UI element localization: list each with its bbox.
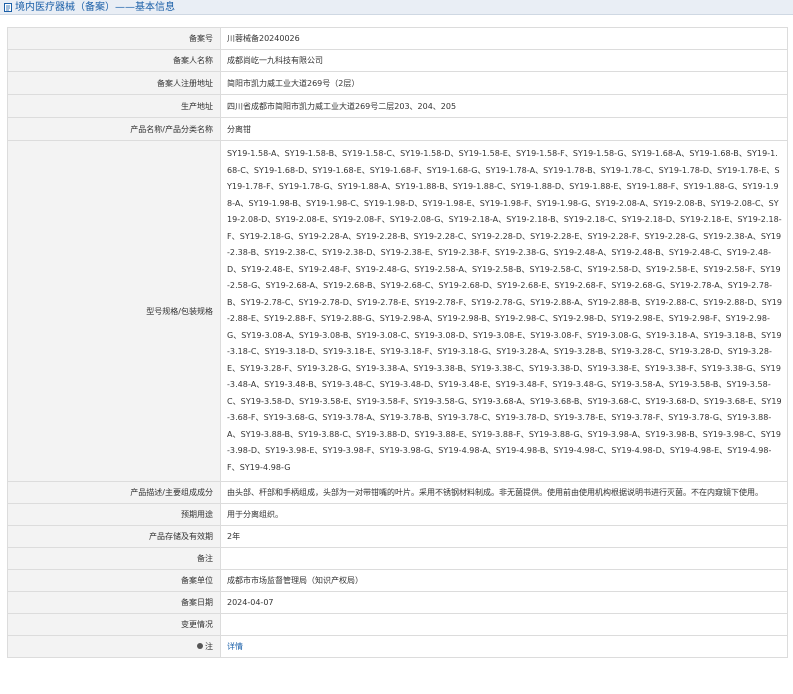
row-label: 产品名称/产品分类名称	[7, 117, 221, 141]
details-link[interactable]: 详情	[227, 642, 243, 651]
registrant-address-value: 简阳市凯力威工业大道269号（2层）	[220, 71, 788, 95]
row-label: 备案人注册地址	[7, 71, 221, 95]
table-row: 备案单位 成都市市场监督管理局（知识产权局）	[7, 569, 788, 592]
page-header: 境内医疗器械（备案）——基本信息	[0, 0, 793, 15]
model-spec-value: SY19-1.58-A、SY19-1.58-B、SY19-1.58-C、SY19…	[220, 140, 788, 482]
remarks-value	[220, 547, 788, 570]
filing-unit-value: 成都市市场监督管理局（知识产权局）	[220, 569, 788, 592]
change-history-value	[220, 613, 788, 636]
table-row: 备案人注册地址 简阳市凯力威工业大道269号（2层）	[7, 71, 788, 95]
row-label: 备案号	[7, 27, 221, 50]
row-label: 型号规格/包装规格	[7, 140, 221, 482]
table-row: 产品名称/产品分类名称 分离钳	[7, 117, 788, 141]
note-label-cell: 注	[7, 635, 221, 658]
product-name-value: 分离钳	[220, 117, 788, 141]
storage-validity-value: 2年	[220, 525, 788, 548]
row-label: 生产地址	[7, 94, 221, 118]
bullet-icon	[197, 643, 203, 650]
row-label: 备注	[7, 547, 221, 570]
intended-use-value: 用于分离组织。	[220, 503, 788, 526]
table-row: 变更情况	[7, 613, 788, 636]
document-icon	[4, 2, 12, 12]
note-label-text: 注	[205, 641, 213, 651]
row-label: 备案人名称	[7, 49, 221, 72]
table-row: 备案号 川蓉械备20240026	[7, 27, 788, 50]
table-row: 型号规格/包装规格 SY19-1.58-A、SY19-1.58-B、SY19-1…	[7, 140, 788, 482]
row-label: 产品描述/主要组成成分	[7, 481, 221, 504]
row-label: 产品存储及有效期	[7, 525, 221, 548]
table-row: 备案人名称 成都尚屹一九科技有限公司	[7, 49, 788, 72]
table-row: 备注	[7, 547, 788, 570]
info-table-wrapper: 备案号 川蓉械备20240026 备案人名称 成都尚屹一九科技有限公司 备案人注…	[7, 27, 788, 658]
filing-date-value: 2024-04-07	[220, 591, 788, 614]
table-row: 注 详情	[7, 635, 788, 658]
table-row: 产品描述/主要组成成分 由头部、杆部和手柄组成，头部为一对带钳嘴的叶片。采用不锈…	[7, 481, 788, 504]
note-label: 注	[197, 639, 213, 654]
table-row: 备案日期 2024-04-07	[7, 591, 788, 614]
note-value-cell: 详情	[220, 635, 788, 658]
product-description-value: 由头部、杆部和手柄组成，头部为一对带钳嘴的叶片。采用不锈钢材料制成。非无菌提供。…	[220, 481, 788, 504]
page-title: 境内医疗器械（备案）——基本信息	[15, 1, 175, 13]
info-table: 备案号 川蓉械备20240026 备案人名称 成都尚屹一九科技有限公司 备案人注…	[7, 27, 788, 658]
row-label: 预期用途	[7, 503, 221, 526]
table-row: 预期用途 用于分离组织。	[7, 503, 788, 526]
production-address-value: 四川省成都市简阳市凯力威工业大道269号二层203、204、205	[220, 94, 788, 118]
table-row: 产品存储及有效期 2年	[7, 525, 788, 548]
record-number-value: 川蓉械备20240026	[220, 27, 788, 50]
row-label: 备案日期	[7, 591, 221, 614]
registrant-name-value: 成都尚屹一九科技有限公司	[220, 49, 788, 72]
row-label: 备案单位	[7, 569, 221, 592]
table-row: 生产地址 四川省成都市简阳市凯力威工业大道269号二层203、204、205	[7, 94, 788, 118]
row-label: 变更情况	[7, 613, 221, 636]
